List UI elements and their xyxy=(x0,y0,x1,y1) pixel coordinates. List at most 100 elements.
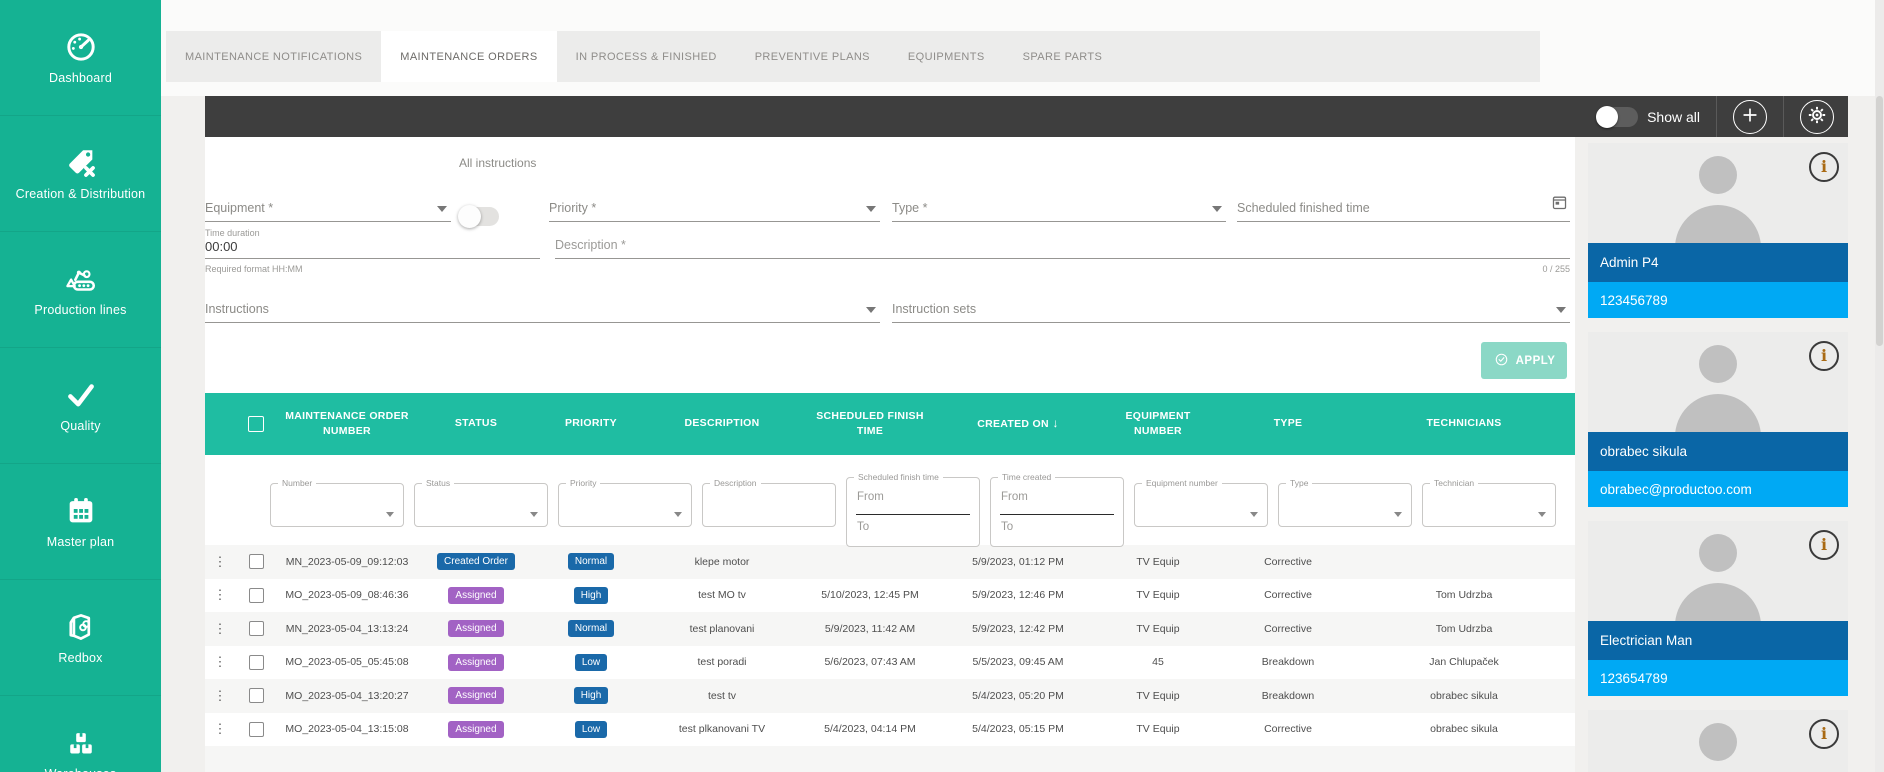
kebab-menu-icon[interactable]: ⋮ xyxy=(214,721,227,736)
row-checkbox[interactable] xyxy=(249,655,264,670)
toggle-knob[interactable] xyxy=(458,205,481,228)
column-header-scheduled-finish-time[interactable]: SCHEDULED FINISH TIME xyxy=(797,409,943,439)
cell-scheduled: 5/9/2023, 11:42 AM xyxy=(797,623,943,635)
kebab-menu-icon[interactable]: ⋮ xyxy=(214,688,227,703)
apply-button[interactable]: APPLY xyxy=(1481,342,1567,379)
column-filter-technician[interactable]: Technician xyxy=(1422,483,1556,527)
row-cell: ⋮ xyxy=(205,654,235,670)
cell-scheduled: 5/4/2023, 04:14 PM xyxy=(797,723,943,735)
kebab-menu-icon[interactable]: ⋮ xyxy=(214,621,227,636)
sidebar-item-warehouses[interactable]: Warehouses xyxy=(0,696,161,772)
time-duration-input[interactable]: 00:00 xyxy=(205,237,540,259)
sidebar-item-master-plan[interactable]: Master plan xyxy=(0,464,161,580)
show-all-toggle[interactable]: Show all xyxy=(1596,107,1700,127)
column-filter-type[interactable]: Type xyxy=(1278,483,1412,527)
cell-technicians: Tom Udrzba xyxy=(1353,589,1575,601)
cell-equipment: 45 xyxy=(1093,656,1223,668)
tab-in-process-finished[interactable]: IN PROCESS & FINISHED xyxy=(557,31,736,82)
tab-preventive-plans[interactable]: PREVENTIVE PLANS xyxy=(736,31,889,82)
boxes-icon xyxy=(64,726,98,760)
info-button[interactable]: i xyxy=(1809,152,1839,182)
all-instructions-toggle[interactable] xyxy=(459,207,499,226)
cell-created: 5/5/2023, 09:45 AM xyxy=(943,656,1093,668)
row-cell xyxy=(235,722,277,737)
column-header-priority[interactable]: PRIORITY xyxy=(535,416,647,431)
table-row[interactable]: ⋮MN_2023-05-04_13:13:24AssignedNormaltes… xyxy=(205,612,1575,646)
technician-contact: 123456789 xyxy=(1588,282,1848,318)
info-button[interactable]: i xyxy=(1809,719,1839,749)
sidebar-item-dashboard[interactable]: Dashboard xyxy=(0,0,161,116)
description-input[interactable]: Description * xyxy=(555,214,1570,259)
row-checkbox[interactable] xyxy=(249,588,264,603)
select-all-checkbox[interactable] xyxy=(248,416,264,432)
table-row[interactable]: ⋮MO_2023-05-09_08:46:36AssignedHightest … xyxy=(205,579,1575,613)
column-header-technicians[interactable]: TECHNICIANS xyxy=(1353,416,1575,431)
calendar-icon[interactable] xyxy=(1551,194,1568,216)
sidebar-item-production-lines[interactable]: Production lines xyxy=(0,232,161,348)
badge-high: High xyxy=(574,687,609,704)
column-filter-equipment-number[interactable]: Equipment number xyxy=(1134,483,1268,527)
sidebar-item-creation-distribution[interactable]: Creation & Distribution xyxy=(0,116,161,232)
column-label: TECHNICIANS xyxy=(1426,417,1501,429)
column-filter-description[interactable]: Description xyxy=(702,483,836,527)
toggle-track[interactable] xyxy=(1596,107,1638,127)
row-checkbox[interactable] xyxy=(249,621,264,636)
column-filter-time-created[interactable]: Time createdFromTo xyxy=(990,477,1124,547)
cell-priority: Normal xyxy=(535,553,647,570)
chevron-down-icon xyxy=(1394,512,1402,517)
avatar-shoulders xyxy=(1675,583,1761,621)
technician-name: obrabec sikula xyxy=(1588,432,1848,471)
settings-button[interactable] xyxy=(1800,100,1834,134)
column-header-created-on[interactable]: CREATED ON ↓ xyxy=(943,415,1093,432)
avatar-head xyxy=(1699,156,1737,194)
column-header-equipment-number[interactable]: EQUIPMENT NUMBER xyxy=(1093,409,1223,439)
cell-description: test MO tv xyxy=(647,589,797,601)
avatar: i xyxy=(1588,143,1848,243)
avatar: i xyxy=(1588,332,1848,432)
column-filter-priority[interactable]: Priority xyxy=(558,483,692,527)
cell-created: 5/4/2023, 05:20 PM xyxy=(943,690,1093,702)
cell-type: Breakdown xyxy=(1223,690,1353,702)
tab-maintenance-notifications[interactable]: MAINTENANCE NOTIFICATIONS xyxy=(166,31,381,82)
row-checkbox[interactable] xyxy=(249,722,264,737)
column-filter-status[interactable]: Status xyxy=(414,483,548,527)
kebab-menu-icon[interactable]: ⋮ xyxy=(214,554,227,569)
column-filter-scheduled-finish-time[interactable]: Scheduled finish timeFromTo xyxy=(846,477,980,547)
chevron-down-icon xyxy=(530,512,538,517)
tab-maintenance-orders[interactable]: MAINTENANCE ORDERS xyxy=(381,31,556,82)
row-checkbox[interactable] xyxy=(249,688,264,703)
equipment-select[interactable]: Equipment * xyxy=(205,177,451,222)
scrollbar-thumb[interactable] xyxy=(1876,96,1883,346)
add-button[interactable] xyxy=(1733,100,1767,134)
tab-spare-parts[interactable]: SPARE PARTS xyxy=(1004,31,1122,82)
column-filter-number[interactable]: Number xyxy=(270,483,404,527)
row-cell: ⋮ xyxy=(205,587,235,603)
column-header-maintenance-order-number[interactable]: MAINTENANCE ORDER NUMBER xyxy=(277,409,417,439)
instruction-sets-select[interactable]: Instruction sets xyxy=(892,277,1570,323)
cell-number: MO_2023-05-04_13:20:27 xyxy=(277,690,417,702)
cell-description: test tv xyxy=(647,690,797,702)
kebab-menu-icon[interactable]: ⋮ xyxy=(214,654,227,669)
avatar: i xyxy=(1588,521,1848,621)
sidebar-item-redbox[interactable]: Redbox xyxy=(0,580,161,696)
table-row[interactable]: ⋮MO_2023-05-04_13:15:08AssignedLowtest p… xyxy=(205,713,1575,747)
table-row[interactable]: ⋮MO_2023-05-05_05:45:08AssignedLowtest p… xyxy=(205,646,1575,680)
column-header-status[interactable]: STATUS xyxy=(417,416,535,431)
cell-number: MO_2023-05-04_13:15:08 xyxy=(277,723,417,735)
cell-priority: Low xyxy=(535,721,647,738)
info-button[interactable]: i xyxy=(1809,530,1839,560)
page-scrollbar[interactable] xyxy=(1875,0,1884,772)
instruction-sets-label: Instruction sets xyxy=(892,302,976,322)
instructions-select[interactable]: Instructions xyxy=(205,277,880,323)
toggle-knob[interactable] xyxy=(1596,106,1618,128)
table-row[interactable]: ⋮MO_2023-05-04_13:20:27AssignedHightest … xyxy=(205,679,1575,713)
sort-desc-icon[interactable]: ↓ xyxy=(1049,416,1059,430)
info-button[interactable]: i xyxy=(1809,341,1839,371)
column-header-description[interactable]: DESCRIPTION xyxy=(647,416,797,431)
column-header-type[interactable]: TYPE xyxy=(1223,416,1353,431)
kebab-menu-icon[interactable]: ⋮ xyxy=(214,587,227,602)
sidebar-item-quality[interactable]: Quality xyxy=(0,348,161,464)
tab-equipments[interactable]: EQUIPMENTS xyxy=(889,31,1004,82)
row-checkbox[interactable] xyxy=(249,554,264,569)
table-row[interactable]: ⋮MN_2023-05-09_09:12:03Created OrderNorm… xyxy=(205,545,1575,579)
